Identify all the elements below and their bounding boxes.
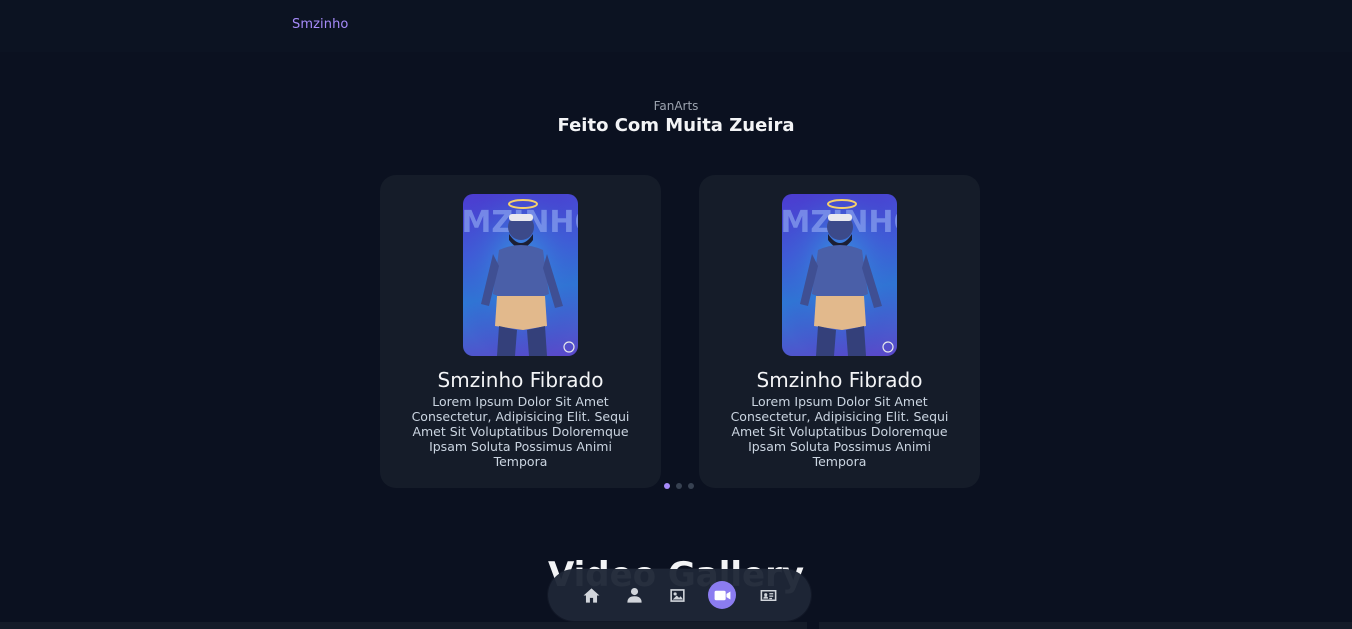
dock-contact-button[interactable] bbox=[754, 581, 782, 609]
video-card-edge bbox=[819, 622, 1352, 629]
pagination-dot-2[interactable] bbox=[676, 483, 682, 489]
fanart-title: Smzinho Fibrado bbox=[756, 368, 923, 392]
fanart-card[interactable]: SMZINHO Smzinho Fibrado Lorem Ipsum Dolo… bbox=[380, 175, 661, 488]
pagination-dot-1[interactable] bbox=[664, 483, 670, 489]
fanart-description: Lorem Ipsum Dolor Sit Amet Consectetur, … bbox=[411, 394, 630, 469]
fanarts-section-header: FanArts Feito Com Muita Zueira bbox=[0, 99, 1352, 138]
section-title: Feito Com Muita Zueira bbox=[557, 115, 795, 136]
carousel-pagination bbox=[664, 483, 694, 489]
fanart-title: Smzinho Fibrado bbox=[437, 368, 604, 392]
home-icon bbox=[583, 587, 599, 603]
brand-link[interactable]: Smzinho bbox=[292, 17, 348, 32]
dock-home-button[interactable] bbox=[577, 581, 605, 609]
dock-about-button[interactable] bbox=[620, 581, 648, 609]
bottom-dock-nav bbox=[548, 569, 811, 621]
video-icon bbox=[714, 590, 730, 600]
section-kicker: FanArts bbox=[653, 99, 699, 113]
fanart-card[interactable]: SMZINHO Smzinho Fibrado Lorem Ipsum Dolo… bbox=[699, 175, 980, 488]
fanart-description: Lorem Ipsum Dolor Sit Amet Consectetur, … bbox=[730, 394, 949, 469]
image-icon bbox=[669, 588, 685, 602]
pagination-dot-3[interactable] bbox=[688, 483, 694, 489]
dock-gallery-button[interactable] bbox=[663, 581, 691, 609]
dock-video-button[interactable] bbox=[708, 581, 736, 609]
video-card-edge bbox=[0, 622, 807, 629]
fanart-image: SMZINHO bbox=[782, 194, 897, 356]
user-icon bbox=[626, 587, 642, 603]
fanart-image: SMZINHO bbox=[463, 194, 578, 356]
contact-card-icon bbox=[760, 589, 776, 601]
top-navbar: Smzinho bbox=[0, 0, 1352, 52]
